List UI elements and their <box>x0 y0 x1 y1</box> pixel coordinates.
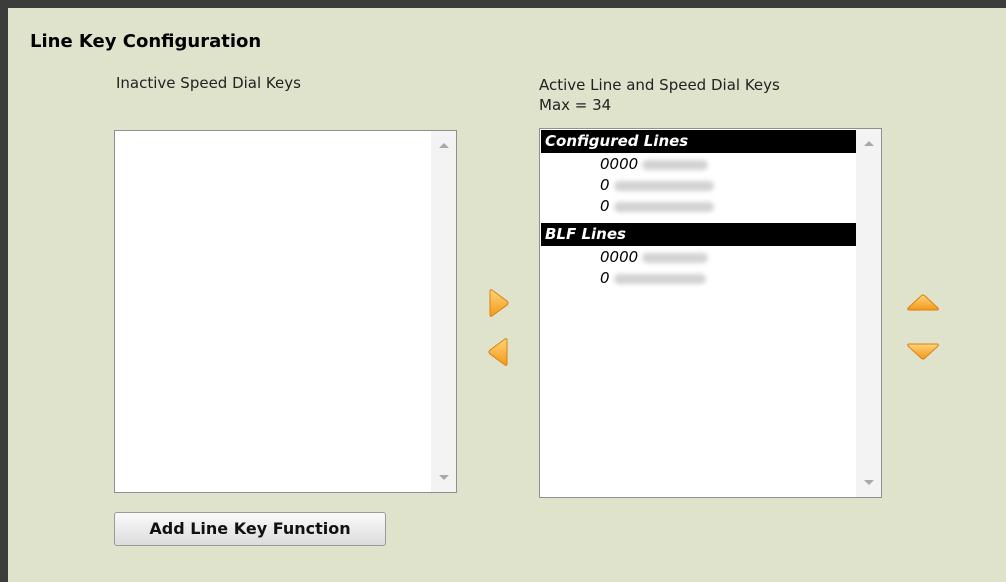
arrow-right-icon <box>489 289 509 317</box>
redacted-number <box>613 180 714 191</box>
arrow-down-icon <box>907 343 939 360</box>
arrow-left-icon <box>488 338 508 366</box>
scroll-down-icon[interactable] <box>439 475 449 480</box>
active-scrollbar[interactable] <box>856 129 881 497</box>
scroll-up-icon[interactable] <box>864 141 874 146</box>
add-line-key-function-button[interactable]: Add Line Key Function <box>114 512 386 546</box>
scroll-up-icon[interactable] <box>439 143 449 148</box>
inactive-scrollbar[interactable] <box>431 131 456 492</box>
redacted-number <box>642 252 709 263</box>
group-header-configured-lines[interactable]: Configured Lines <box>541 130 856 153</box>
move-down-button[interactable] <box>906 341 940 361</box>
arrow-up-icon <box>907 294 939 311</box>
list-item[interactable]: 0 <box>600 175 714 195</box>
list-item[interactable]: 0000 <box>600 154 709 174</box>
move-up-button[interactable] <box>906 293 940 313</box>
list-item[interactable]: 0 <box>600 196 714 216</box>
scroll-down-icon[interactable] <box>864 480 874 485</box>
active-keys-listbox[interactable]: Configured Lines 0000 0 0 BLF Lines 0000… <box>539 128 882 498</box>
max-keys-label: Max = 34 <box>539 96 612 114</box>
list-item[interactable]: 0 <box>600 268 706 288</box>
inactive-keys-listbox[interactable] <box>114 130 457 493</box>
inactive-keys-label: Inactive Speed Dial Keys <box>116 74 301 92</box>
active-keys-label: Active Line and Speed Dial Keys <box>539 76 780 94</box>
move-to-active-button[interactable] <box>488 288 510 318</box>
list-item[interactable]: 0000 <box>600 247 709 267</box>
redacted-number <box>613 201 714 212</box>
redacted-number <box>642 159 709 170</box>
redacted-number <box>613 273 706 284</box>
page-title: Line Key Configuration <box>30 31 262 52</box>
move-to-inactive-button[interactable] <box>487 337 509 367</box>
group-header-blf-lines[interactable]: BLF Lines <box>541 223 856 246</box>
